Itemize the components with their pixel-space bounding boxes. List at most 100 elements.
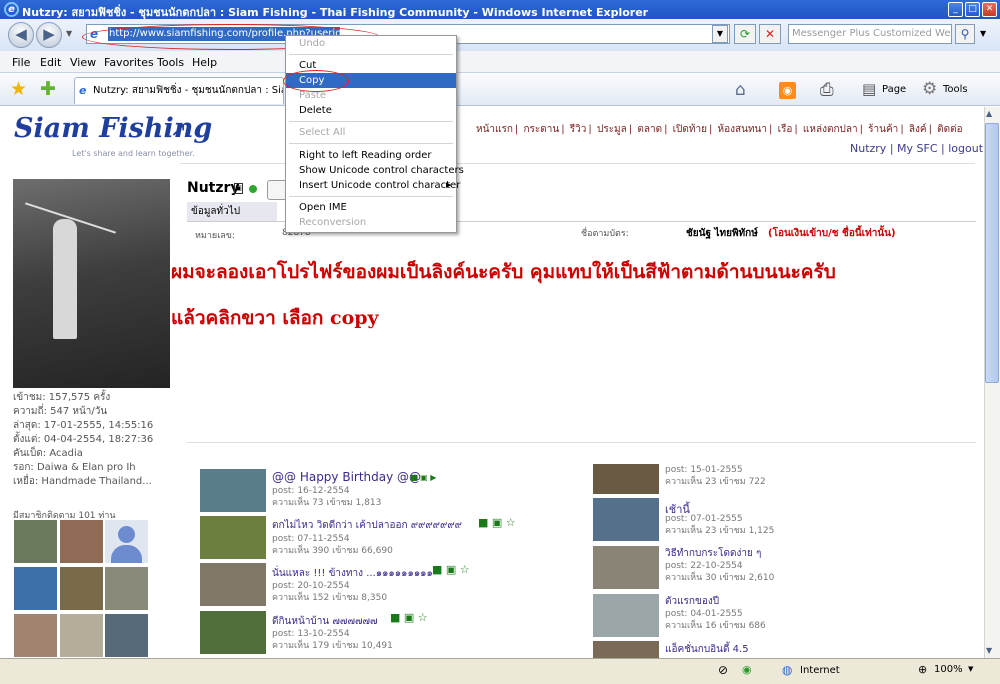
post-title[interactable]: ตกไม่ไหว วิดดีกว่า เค้าปลาออก ๙๙๙๙๙๙๙ (272, 518, 462, 533)
post-title[interactable]: แอ็คชั่นกบอินดี้ 4.5 (665, 642, 749, 657)
nav-shops[interactable]: ร้านค้า (866, 124, 900, 135)
scroll-down-icon[interactable]: ▼ (986, 646, 992, 655)
follower-avatar[interactable] (60, 614, 103, 657)
zoom-level[interactable]: 100% (934, 664, 963, 675)
copy-highlight-circle (283, 70, 349, 92)
address-dropdown-button[interactable]: ▼ (712, 25, 728, 43)
post-date: post: 04-01-2555 (665, 609, 743, 619)
name-value: ชัยนัฐ ไทยพิทักษ์ (686, 228, 758, 239)
nav-spots[interactable]: แหล่งตกปลา (801, 124, 860, 135)
tools-menu-button[interactable]: Tools (943, 84, 968, 95)
post-title[interactable]: ตัวแรกของปี (665, 594, 719, 609)
stat-reel: รอก: Daiwa & Elan pro Ih (13, 462, 136, 473)
internet-globe-icon: ◍ (782, 663, 793, 677)
menu-tools[interactable]: Tools (157, 56, 184, 69)
post-date: post: 20-10-2554 (272, 581, 350, 591)
zoom-dropdown-icon[interactable]: ▼ (968, 665, 973, 673)
badge-icon: ▣ (234, 183, 243, 194)
user-link-profile[interactable]: Nutzry (850, 142, 886, 155)
home-icon[interactable]: ⌂ (735, 80, 746, 100)
tab-general-info[interactable]: ข้อมูลทั่วไป (187, 202, 277, 221)
menu-show-unicode[interactable]: Show Unicode control characters (299, 165, 464, 176)
post-thumbnail[interactable] (593, 464, 659, 494)
forward-button[interactable]: ▶ (36, 22, 62, 48)
post-thumbnail[interactable] (200, 516, 266, 559)
post-thumbnail[interactable] (200, 611, 266, 654)
post-icons: ■ ▣ ▶ (410, 473, 437, 482)
follower-avatar[interactable] (14, 520, 57, 563)
scroll-thumb[interactable] (985, 123, 999, 383)
maximize-button[interactable]: □ (965, 2, 980, 17)
follower-avatar[interactable] (105, 614, 148, 657)
follower-avatar[interactable] (60, 520, 103, 563)
nav-review[interactable]: รีวิว (568, 124, 589, 135)
post-thumbnail[interactable] (593, 546, 659, 589)
menu-view[interactable]: View (70, 56, 96, 69)
menu-rtl[interactable]: Right to left Reading order (299, 150, 432, 161)
nav-board[interactable]: กระดาน (521, 124, 561, 135)
browser-tab[interactable]: Nutzry: สยามฟิชชิ่ง - ชุมชนนักตกปลา : Si… (74, 77, 284, 104)
menu-favorites[interactable]: Favorites (104, 56, 154, 69)
history-dropdown-icon[interactable]: ▼ (66, 29, 72, 38)
member-no-label: หมายเลข: (195, 231, 235, 241)
post-title[interactable]: วิธีทำกบกระโดดง่าย ๆ (665, 546, 761, 561)
print-icon[interactable]: ⎙ (820, 80, 834, 100)
menu-separator (289, 121, 453, 122)
nav-home[interactable]: หน้าแรก (474, 124, 515, 135)
post-thumbnail[interactable] (593, 641, 659, 658)
menu-open-ime[interactable]: Open IME (299, 202, 347, 213)
post-thumbnail[interactable] (593, 498, 659, 541)
menu-file[interactable]: File (12, 56, 30, 69)
post-thumbnail[interactable] (200, 563, 266, 606)
profile-username: Nutzry (187, 180, 240, 196)
menu-help[interactable]: Help (192, 56, 217, 69)
follower-avatar[interactable] (105, 520, 148, 563)
user-links: Nutzry | My SFC | logout (850, 142, 984, 155)
menu-delete[interactable]: Delete (299, 105, 332, 116)
nav-contact[interactable]: ติดต่อ (935, 124, 965, 135)
follower-avatar[interactable] (105, 567, 148, 610)
user-link-logout[interactable]: logout (948, 142, 983, 155)
search-icon[interactable]: ⚲ (955, 24, 975, 44)
menu-edit[interactable]: Edit (40, 56, 61, 69)
nav-auction[interactable]: ประมูล (595, 124, 629, 135)
nav-market[interactable]: ตลาด (635, 124, 664, 135)
close-window-button[interactable]: ✕ (982, 2, 997, 17)
page-menu-button[interactable]: Page (882, 84, 906, 95)
post-meta: ความเห็น 23 เข้าชม 722 (665, 477, 766, 487)
follower-avatar[interactable] (60, 567, 103, 610)
search-options-icon[interactable]: ▼ (980, 29, 986, 38)
post-title[interactable]: ดีกินหน้าบ้าน ๗๗๗๗๗๗ (272, 614, 378, 629)
post-thumbnail[interactable] (593, 594, 659, 637)
refresh-button[interactable]: ⟳ (734, 24, 756, 44)
nav-trunk[interactable]: เปิดท้าย (671, 124, 709, 135)
menu-insert-unicode[interactable]: Insert Unicode control character (299, 180, 460, 191)
follower-avatar[interactable] (14, 614, 57, 657)
back-button[interactable]: ◀ (8, 22, 34, 48)
search-input[interactable]: Messenger Plus Customized Web Sear (788, 24, 952, 44)
add-favorites-icon[interactable]: ✚ (40, 78, 56, 100)
nav-links[interactable]: ลิงค์ (907, 124, 929, 135)
status-bar (0, 658, 1000, 684)
post-title[interactable]: นั่นแหละ !!! ข้างทาง ...๑๑๑๑๑๑๑๑๑ (272, 566, 433, 581)
follower-avatar[interactable] (14, 567, 57, 610)
menu-separator (289, 196, 453, 197)
stat-views: เข้าชม: 157,575 ครั้ง (13, 392, 111, 403)
favorites-star-icon[interactable]: ★ (10, 78, 27, 100)
nav-chatroom[interactable]: ห้องสนทนา (716, 124, 769, 135)
post-meta: ความเห็น 179 เข้าชม 10,491 (272, 641, 393, 651)
minimize-button[interactable]: _ (948, 2, 963, 17)
stop-button[interactable]: ✕ (759, 24, 781, 44)
stat-lure: เหยื่อ: Handmade Thailand... (13, 476, 152, 487)
post-thumbnail[interactable] (200, 469, 266, 512)
profile-action-button[interactable] (267, 180, 287, 200)
nav-boat[interactable]: เรือ (776, 124, 795, 135)
post-date: post: 16-12-2554 (272, 486, 350, 496)
feeds-icon[interactable]: ◉ (779, 82, 796, 99)
scroll-up-icon[interactable]: ▲ (986, 109, 992, 118)
menu-reconversion: Reconversion (299, 217, 367, 228)
post-title[interactable]: @@ Happy Birthday @@ (272, 470, 421, 484)
post-meta: ความเห็น 16 เข้าชม 686 (665, 621, 766, 631)
name-label: ชื่อตามบัตร: (581, 229, 629, 239)
user-link-mysfc[interactable]: My SFC (897, 142, 938, 155)
